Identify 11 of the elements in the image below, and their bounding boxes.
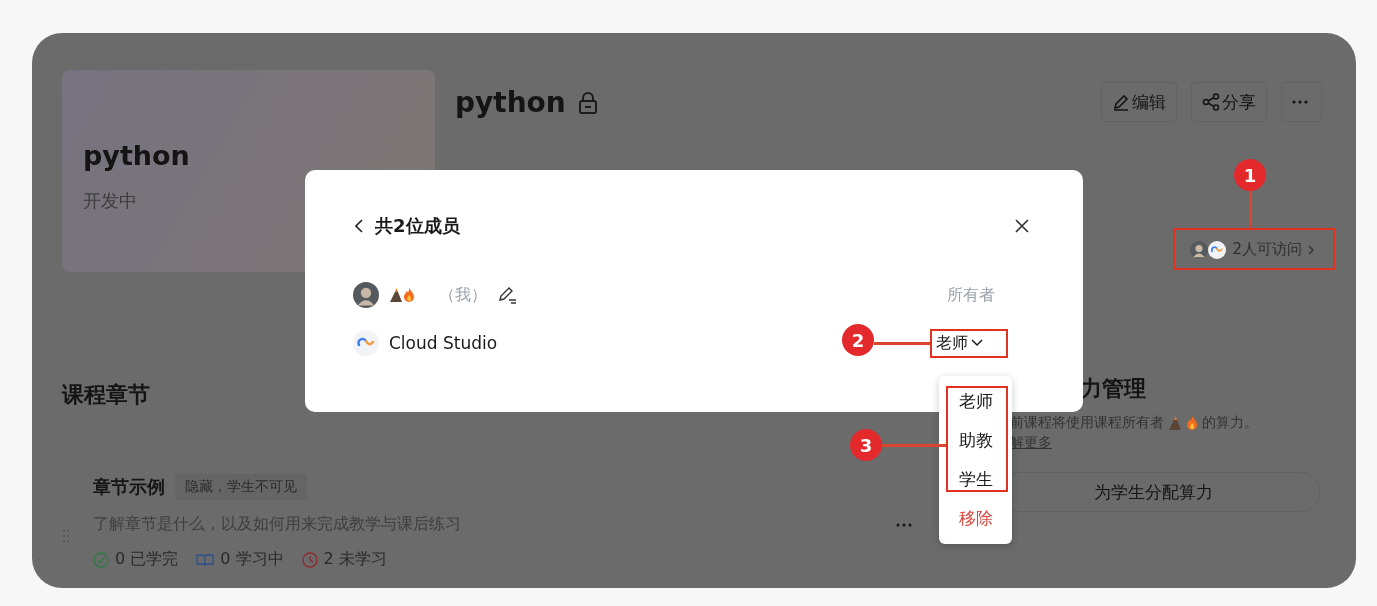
stat-label: 2 未学习 xyxy=(323,549,387,570)
member-name: Cloud Studio xyxy=(389,333,498,353)
stat-label: 0 已学完 xyxy=(115,549,179,570)
cover-status: 开发中 xyxy=(83,189,138,213)
section-title: 课程章节 xyxy=(62,381,151,409)
stat-label: 0 学习中 xyxy=(220,549,284,570)
self-note: （我） xyxy=(439,284,487,306)
cover-title: python xyxy=(83,140,191,171)
course-title: python xyxy=(455,86,566,119)
role-label: 所有者 xyxy=(947,284,995,306)
dialog-title: 共2位成员 xyxy=(375,214,460,238)
